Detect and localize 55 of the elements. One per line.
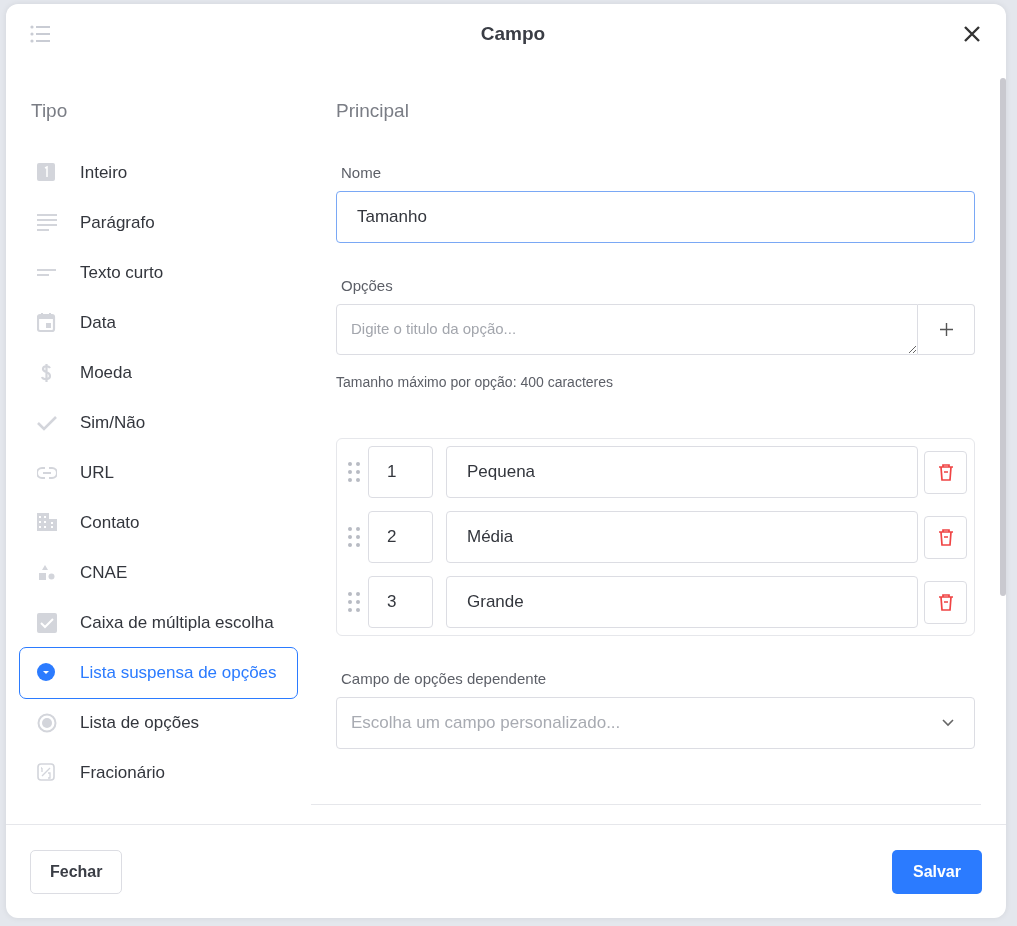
hint-text: Tamanho máximo por opção: 400 caracteres: [336, 374, 615, 390]
plus-icon: [939, 323, 953, 336]
check-icon: [37, 413, 57, 433]
field-type-option[interactable]: Lista de opções: [19, 698, 298, 748]
scrollbar[interactable]: [1000, 78, 1006, 596]
field-label: Nome: [341, 164, 382, 182]
section-heading: Tipo: [31, 99, 69, 123]
building-icon: [37, 513, 57, 533]
name-field[interactable]: Tamanho: [336, 191, 975, 243]
drag-handle-icon: [348, 527, 360, 547]
close-icon: [964, 26, 980, 42]
delete-button[interactable]: [924, 450, 967, 494]
save-button[interactable]: Salvar: [891, 849, 982, 894]
trash-icon: [937, 528, 954, 546]
field-label: Opções: [341, 277, 394, 295]
field-label: Campo de opções dependente: [341, 670, 548, 688]
delete-button[interactable]: [924, 515, 967, 559]
field-type-option[interactable]: Lista suspensa de opções: [19, 647, 298, 699]
calendar-icon: [37, 313, 57, 333]
trash-icon: [937, 593, 954, 611]
chevron-down-icon: [942, 719, 954, 727]
drag-handle-icon: [348, 592, 360, 612]
order-field[interactable]: 3: [368, 576, 433, 628]
field-type-option[interactable]: Data: [19, 298, 298, 348]
field-type-option[interactable]: CNAE: [19, 548, 298, 598]
fraction-icon: [37, 763, 57, 783]
field-type-option[interactable]: Fracionário: [19, 748, 298, 798]
paragraph-icon: [37, 213, 57, 233]
checkbox-icon: [37, 613, 57, 633]
field-type-option[interactable]: URL: [19, 448, 298, 498]
close-button[interactable]: [962, 24, 982, 44]
order-field[interactable]: 2: [368, 511, 433, 563]
radio-icon: [37, 713, 57, 733]
section-heading: Principal: [336, 99, 410, 123]
field-type-option[interactable]: Contato: [19, 498, 298, 548]
order-field[interactable]: 1: [368, 446, 433, 498]
dialog-title: Campo: [480, 23, 546, 45]
field-type-option[interactable]: Inteiro: [19, 148, 298, 198]
close-button[interactable]: Fechar: [30, 849, 123, 894]
option-field[interactable]: Pequena: [446, 446, 918, 498]
trash-icon: [937, 463, 954, 481]
field-type-option[interactable]: Parágrafo: [19, 198, 298, 248]
integer-icon: [37, 163, 57, 183]
field-type-option[interactable]: Moeda: [19, 348, 298, 398]
field-type-option[interactable]: Caixa de múltipla escolha: [19, 598, 298, 648]
field-type-option[interactable]: Texto curto: [19, 248, 298, 298]
option-title-field[interactable]: Digite o titulo da opção...: [336, 304, 918, 355]
option-field[interactable]: Média: [446, 511, 918, 563]
shapes-icon: [37, 563, 57, 583]
drag-handle-icon: [348, 462, 360, 482]
field-type-option[interactable]: Sim/Não: [19, 398, 298, 448]
delete-button[interactable]: [924, 580, 967, 624]
option-field[interactable]: Grande: [446, 576, 918, 628]
dropdown-icon: [37, 663, 57, 683]
list-icon: [30, 25, 50, 43]
